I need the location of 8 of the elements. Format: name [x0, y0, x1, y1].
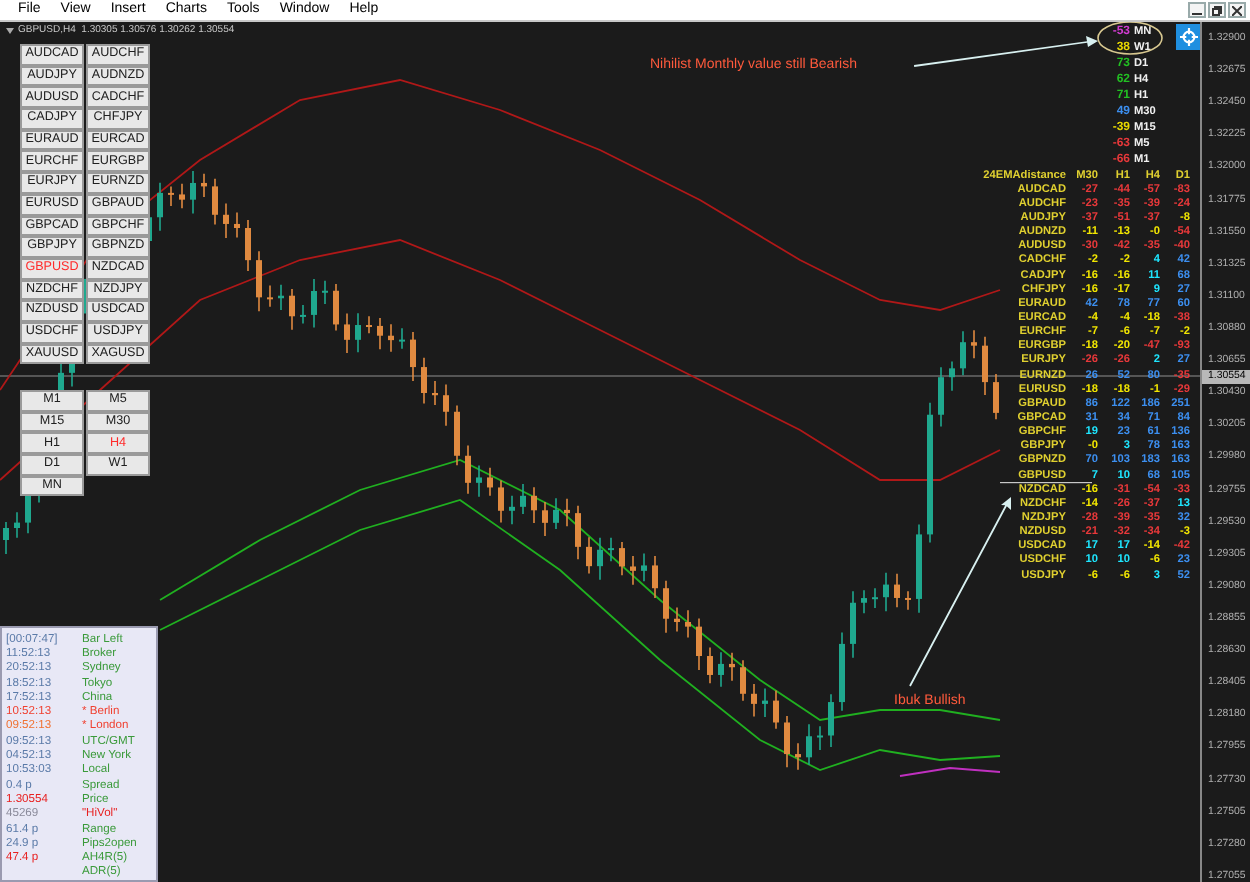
close-icon [1232, 5, 1242, 15]
restore-icon [1212, 5, 1222, 15]
close-button[interactable] [1228, 2, 1246, 18]
minimize-button[interactable] [1188, 2, 1206, 18]
crosshair-icon [1179, 28, 1197, 46]
restore-button[interactable] [1208, 2, 1226, 18]
dropdown-icon[interactable] [6, 27, 14, 33]
marker-line [1000, 482, 1092, 484]
